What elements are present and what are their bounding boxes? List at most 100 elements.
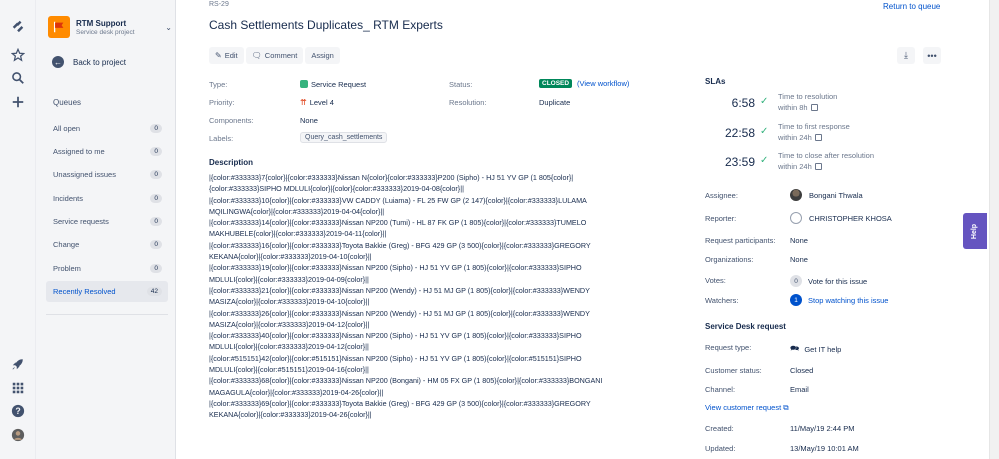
description-line: MASIZA{color}|{color:#333333}2019-04-12{… <box>209 319 370 329</box>
queue-count-badge: 0 <box>150 217 162 226</box>
vote-link[interactable]: Vote for this issue <box>808 277 867 286</box>
queue-service-requests[interactable]: Service requests 0 <box>46 211 168 232</box>
issue-title: Cash Settlements Duplicates_ RTM Experts <box>209 18 443 32</box>
votes-label: Votes: <box>705 276 726 285</box>
watchers-label: Watchers: <box>705 296 739 305</box>
status-label: Status: <box>449 80 473 89</box>
type-label: Type: <box>209 80 228 89</box>
queue-count-badge: 0 <box>150 170 162 179</box>
project-name: RTM Support <box>76 18 127 28</box>
queue-label: Incidents <box>53 194 84 203</box>
description-heading: Description <box>209 158 254 167</box>
queue-problem[interactable]: Problem 0 <box>46 258 168 279</box>
queue-incidents[interactable]: Incidents 0 <box>46 188 168 209</box>
priority-value: ⇈ Level 4 <box>300 98 334 107</box>
issue-toolbar: ✎ Edit 🗨 Comment Assign <box>209 47 342 64</box>
updated-label: Updated: <box>705 444 736 453</box>
calendar-icon <box>810 104 818 111</box>
description-line: |{color:#333333}16{color}|{color:#333333… <box>209 240 591 250</box>
participants-value: None <box>790 236 808 245</box>
description-line: MASIZA{color}|{color:#333333}2019-04-10{… <box>209 297 370 307</box>
queue-label: Unassigned issues <box>53 170 116 179</box>
help-tab-label: Help <box>971 223 979 239</box>
queue-label: Assigned to me <box>53 147 105 156</box>
external-link-icon: ⧉ <box>781 403 789 412</box>
queue-label: Service requests <box>53 217 109 226</box>
queue-assigned-to-me[interactable]: Assigned to me 0 <box>46 141 168 162</box>
priority-label: Priority: <box>209 98 235 107</box>
create-plus-icon[interactable] <box>10 94 26 110</box>
service-desk-heading: Service Desk request <box>705 322 786 331</box>
back-to-project-label: Back to project <box>73 57 126 67</box>
channel-label: Channel: <box>705 385 736 394</box>
help-tab[interactable]: Help <box>963 213 987 249</box>
assign-label: Assign <box>311 51 334 60</box>
view-customer-request-label: View customer request <box>705 403 782 412</box>
reporter-label: Reporter: <box>705 214 737 223</box>
app-switcher-icon[interactable] <box>10 380 26 396</box>
channel-value: Email <box>790 385 809 394</box>
queue-count-badge: 42 <box>146 287 162 296</box>
more-actions-icon[interactable]: ••• <box>923 47 941 64</box>
customer-status-value: Closed <box>790 366 814 375</box>
sla-time-to-close: 23:59 ✓ Time to close after resolution w… <box>705 150 905 176</box>
assign-button[interactable]: Assign <box>305 47 340 64</box>
updated-value: 13/May/19 10:01 AM <box>790 444 859 453</box>
description-line: |{color:#333333}7{color}|{color:#333333}… <box>209 173 574 182</box>
watchers-value[interactable]: 1 Stop watching this issue <box>790 294 888 306</box>
assignee-value[interactable]: Bongani Thwala <box>790 189 863 201</box>
service-request-icon <box>300 80 308 88</box>
jira-logo-icon[interactable] <box>10 18 26 34</box>
label-chip[interactable]: Query_cash_settlements <box>300 132 388 143</box>
calendar-icon <box>814 134 822 141</box>
check-icon: ✓ <box>760 126 769 137</box>
queue-all-open[interactable]: All open 0 <box>46 118 168 139</box>
edit-button[interactable]: ✎ Edit <box>209 47 244 64</box>
page-scrollbar[interactable] <box>989 0 999 459</box>
description-line: KEKANA{color}|{color:#333333}2019-04-10{… <box>209 252 372 262</box>
view-customer-request-link[interactable]: View customer request ⧉ <box>705 403 789 413</box>
comment-icon: 🗨 <box>251 51 262 60</box>
arrow-left-icon: ← <box>52 56 64 68</box>
view-workflow-link[interactable]: (View workflow) <box>577 79 629 88</box>
description-line: |{color:#333333}26{color}|{color:#333333… <box>209 308 590 318</box>
star-icon[interactable] <box>10 47 26 63</box>
components-label: Components: <box>209 116 254 125</box>
queue-recently-resolved[interactable]: Recently Resolved 42 <box>46 281 168 302</box>
rocket-icon[interactable] <box>10 356 26 372</box>
reporter-value[interactable]: CHRISTOPHER KHOSA <box>790 212 892 224</box>
comment-button[interactable]: 🗨 Comment <box>245 47 304 64</box>
feedback-icon[interactable]: ⤓ <box>897 47 915 64</box>
sla-time-to-resolution: 6:58 ✓ Time to resolution within 8h <box>705 91 905 117</box>
priority-high-icon: ⇈ <box>300 98 307 107</box>
assignee-label: Assignee: <box>705 191 738 200</box>
description-body[interactable]: |{color:#333333}7{color}|{color:#333333}… <box>209 172 654 421</box>
sla-goal-name: Time to first response <box>778 122 850 131</box>
sla-goal-target: within 8h <box>778 103 808 112</box>
watchers-count-badge: 1 <box>790 294 802 306</box>
description-line: MAGAGULA{color}|{color:#333333}2019-04-2… <box>209 387 384 397</box>
type-value: Service Request <box>300 80 366 89</box>
get-it-help-icon: 🗪 <box>790 344 800 353</box>
description-line: |{color:#333333}69{color}|{color:#333333… <box>209 398 591 408</box>
chevron-down-icon[interactable]: ⌄ <box>165 23 172 32</box>
organizations-label: Organizations: <box>705 255 754 264</box>
project-switcher[interactable]: RTM Support Service desk project ⌄ <box>48 14 172 40</box>
calendar-icon <box>814 163 822 170</box>
sla-goal-name: Time to close after resolution <box>778 151 875 160</box>
back-to-project-link[interactable]: ← Back to project <box>52 56 126 68</box>
queue-change[interactable]: Change 0 <box>46 234 168 255</box>
user-avatar-icon[interactable] <box>10 427 26 443</box>
help-icon[interactable]: ? <box>10 403 26 419</box>
issue-key-breadcrumb[interactable]: RS-29 <box>209 1 229 8</box>
stop-watching-link[interactable]: Stop watching this issue <box>808 296 888 305</box>
votes-value[interactable]: 0 Vote for this issue <box>790 275 867 287</box>
votes-count-badge: 0 <box>790 275 802 287</box>
queue-label: All open <box>53 124 81 133</box>
search-icon[interactable] <box>10 70 26 86</box>
check-icon: ✓ <box>760 155 769 166</box>
return-to-queue-link[interactable]: Return to queue <box>883 2 940 11</box>
queue-unassigned-issues[interactable]: Unassigned issues 0 <box>46 164 168 185</box>
description-line: MAKHUBELE{color}|{color:#333333}2019-04-… <box>209 229 387 239</box>
svg-text:?: ? <box>15 406 20 416</box>
